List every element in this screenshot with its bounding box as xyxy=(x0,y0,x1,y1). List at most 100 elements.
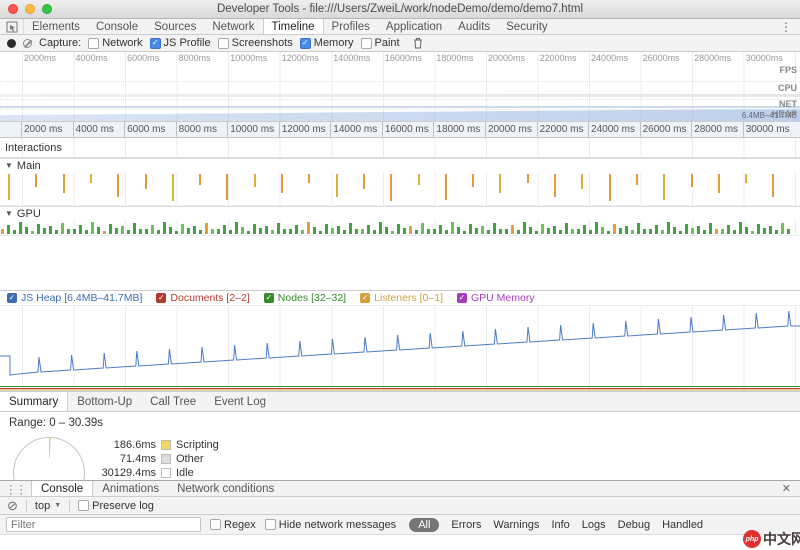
gpu-activity-bar xyxy=(637,223,640,234)
gpu-activity-bar xyxy=(325,224,328,234)
gpu-track[interactable] xyxy=(0,220,800,236)
preserve-log-option[interactable]: Preserve log xyxy=(78,500,154,512)
drawer-tab-network-conditions[interactable]: Network conditions xyxy=(168,481,283,496)
inspect-element-icon[interactable] xyxy=(0,19,24,34)
main-section-header[interactable]: ▼ Main xyxy=(0,158,800,172)
gpu-activity-bar xyxy=(271,230,274,234)
capture-network-label: Network xyxy=(102,37,142,49)
tab-console[interactable]: Console xyxy=(88,19,146,34)
tab-timeline[interactable]: Timeline xyxy=(263,19,324,34)
overview-tick-label: 2000ms xyxy=(24,53,56,63)
stat-swatch xyxy=(161,468,171,478)
tab-application[interactable]: Application xyxy=(378,19,450,34)
gpu-activity-bar xyxy=(679,231,682,234)
capture-js-profile[interactable]: ✓JS Profile xyxy=(150,37,211,49)
details-tab-summary[interactable]: Summary xyxy=(0,392,68,411)
counter-nodes[interactable]: ✓Nodes [32–32] xyxy=(264,292,346,304)
cpu-activity-strip xyxy=(0,94,800,97)
capture-network-checkbox[interactable] xyxy=(88,38,99,49)
chevron-down-icon[interactable]: ▼ xyxy=(5,209,13,218)
gpu-activity-bar xyxy=(697,226,700,234)
memory-chart[interactable] xyxy=(0,306,800,392)
tab-sources[interactable]: Sources xyxy=(146,19,204,34)
filter-input[interactable] xyxy=(6,517,201,532)
garbage-collect-icon[interactable] xyxy=(413,37,423,49)
gpu-activity-bar xyxy=(457,227,460,234)
flamechart-empty-region xyxy=(0,236,800,290)
counter-checkbox[interactable]: ✓ xyxy=(360,293,370,303)
main-event-tick xyxy=(35,174,37,187)
capture-paint-checkbox[interactable] xyxy=(361,38,372,49)
interactions-track[interactable]: Interactions xyxy=(0,138,800,158)
log-level-all[interactable]: All xyxy=(409,518,439,532)
counter-gpu[interactable]: ✓GPU Memory xyxy=(457,292,535,304)
title-bar: Developer Tools - file:///Users/ZweiL/wo… xyxy=(0,0,800,19)
preserve-log-checkbox[interactable] xyxy=(78,500,89,511)
details-tab-call-tree[interactable]: Call Tree xyxy=(141,392,205,411)
capture-memory[interactable]: ✓Memory xyxy=(300,37,354,49)
overflow-menu-icon[interactable]: ⋮ xyxy=(772,19,800,34)
counter-js[interactable]: ✓JS Heap [6.4MB–41.7MB] xyxy=(7,292,142,304)
log-level-info[interactable]: Info xyxy=(551,519,569,531)
tab-network[interactable]: Network xyxy=(204,19,262,34)
log-level-warnings[interactable]: Warnings xyxy=(493,519,539,531)
drawer-menu-icon[interactable]: ⋮⋮ xyxy=(0,481,31,496)
tab-audits[interactable]: Audits xyxy=(450,19,498,34)
regex-option[interactable]: Regex xyxy=(210,519,256,531)
gpu-activity-bar xyxy=(127,230,130,234)
regex-checkbox[interactable] xyxy=(210,519,221,530)
gpu-activity-bar xyxy=(181,224,184,234)
log-level-debug[interactable]: Debug xyxy=(618,519,650,531)
capture-memory-checkbox[interactable]: ✓ xyxy=(300,38,311,49)
capture-paint[interactable]: Paint xyxy=(361,37,400,49)
tab-profiles[interactable]: Profiles xyxy=(324,19,378,34)
overview-row-label-fps: FPS xyxy=(779,65,797,75)
counter-checkbox[interactable]: ✓ xyxy=(156,293,166,303)
timeline-tick-label: 26000 ms xyxy=(643,124,687,135)
counter-checkbox[interactable]: ✓ xyxy=(264,293,274,303)
capture-screenshots[interactable]: Screenshots xyxy=(218,37,293,49)
capture-network[interactable]: Network xyxy=(88,37,142,49)
watermark-text: 中文网 xyxy=(763,529,800,549)
details-tab-event-log[interactable]: Event Log xyxy=(205,392,275,411)
gpu-section-header[interactable]: ▼ GPU xyxy=(0,206,800,220)
close-window-button[interactable] xyxy=(8,4,18,14)
counter-checkbox[interactable]: ✓ xyxy=(457,293,467,303)
main-event-tick xyxy=(8,174,10,200)
close-drawer-icon[interactable]: ✕ xyxy=(773,481,800,496)
zoom-window-button[interactable] xyxy=(42,4,52,14)
timeline-ruler[interactable]: 2000 ms4000 ms6000 ms8000 ms10000 ms1200… xyxy=(0,122,800,138)
clear-console-icon[interactable]: ⊘ xyxy=(7,499,18,512)
summary-stat-row: 30129.4msIdle xyxy=(94,466,219,480)
chevron-down-icon[interactable]: ▼ xyxy=(5,161,13,170)
hide-network-checkbox[interactable] xyxy=(265,519,276,530)
minimize-window-button[interactable] xyxy=(25,4,35,14)
gpu-activity-bar xyxy=(169,227,172,234)
capture-screenshots-checkbox[interactable] xyxy=(218,38,229,49)
record-button[interactable] xyxy=(7,39,16,48)
log-level-errors[interactable]: Errors xyxy=(451,519,481,531)
overview-row-separator xyxy=(0,81,800,82)
details-tab-bottom-up[interactable]: Bottom-Up xyxy=(68,392,141,411)
hide-network-option[interactable]: Hide network messages xyxy=(265,519,396,531)
log-level-handled[interactable]: Handled xyxy=(662,519,703,531)
capture-js-profile-checkbox[interactable]: ✓ xyxy=(150,38,161,49)
log-level-logs[interactable]: Logs xyxy=(582,519,606,531)
gpu-activity-bar xyxy=(313,227,316,234)
clear-recording-icon[interactable] xyxy=(23,39,32,48)
drawer-tab-console[interactable]: Console xyxy=(31,481,93,496)
main-track[interactable] xyxy=(0,172,800,206)
overview-rows[interactable]: 6.4MB–41.7MB FPSCPUNETHEAP xyxy=(0,64,800,122)
gpu-activity-bar xyxy=(259,228,262,234)
drawer-tab-animations[interactable]: Animations xyxy=(93,481,168,496)
tab-security[interactable]: Security xyxy=(498,19,556,34)
gpu-activity-bar xyxy=(469,224,472,234)
overview-tick-label: 28000ms xyxy=(694,53,731,63)
counter-documents[interactable]: ✓Documents [2–2] xyxy=(156,292,249,304)
tab-elements[interactable]: Elements xyxy=(24,19,88,34)
counter-checkbox[interactable]: ✓ xyxy=(7,293,17,303)
capture-paint-label: Paint xyxy=(375,37,400,49)
main-event-tick xyxy=(745,174,747,183)
execution-context-select[interactable]: top ▼ xyxy=(35,500,61,512)
counter-listeners[interactable]: ✓Listeners [0–1] xyxy=(360,292,443,304)
